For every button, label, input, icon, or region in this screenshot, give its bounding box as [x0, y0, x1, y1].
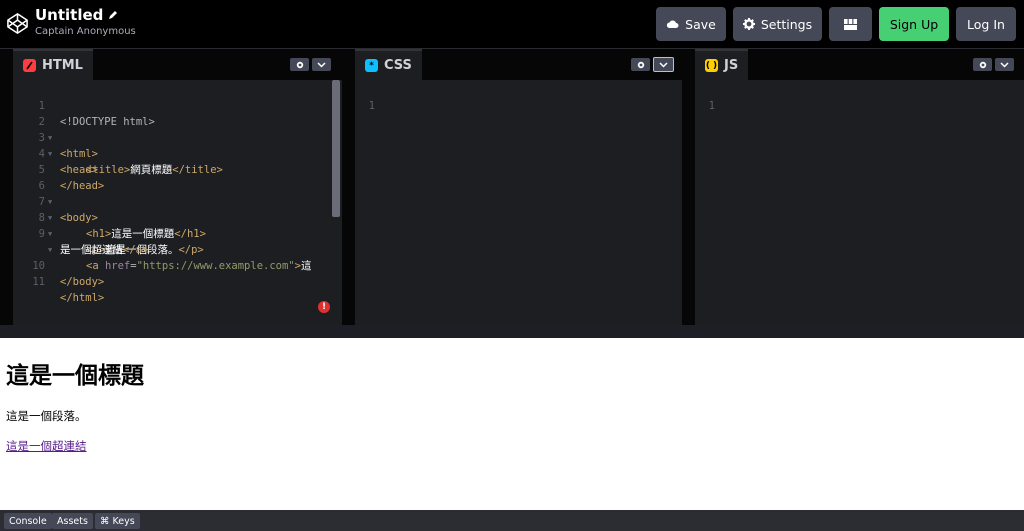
- line-number: 1: [708, 100, 715, 112]
- html-editor-pane: HTML 1 <!DOCTYPE html> 2 ▼ <html> 3 ▼ <h…: [13, 49, 342, 325]
- css-code-editor[interactable]: 1: [355, 80, 682, 325]
- chevron-down-icon: [1000, 61, 1009, 68]
- error-icon[interactable]: !: [318, 301, 330, 313]
- pen-title-block: Untitled Captain Anonymous: [35, 6, 136, 37]
- sign-up-label: Sign Up: [889, 16, 939, 32]
- html-code-editor[interactable]: 1 <!DOCTYPE html> 2 ▼ <html> 3 ▼ <head> …: [13, 80, 342, 325]
- line-number: 11: [32, 276, 45, 288]
- tab-css[interactable]: * CSS: [355, 49, 422, 80]
- js-icon: ( ): [705, 59, 718, 72]
- css-dropdown-button[interactable]: [653, 57, 674, 72]
- code-line: 3 ▼ <head>: [13, 114, 342, 176]
- code-line-wrapped: 是一個超連結</a>: [13, 226, 342, 256]
- cloud-icon: [667, 20, 679, 28]
- editor-resizer[interactable]: [342, 49, 355, 325]
- js-editor-pane: ( ) JS 1: [695, 49, 1024, 325]
- result-preview: 這是一個標題 這是一個段落。 這是一個超連結: [0, 338, 1024, 510]
- html-tab-label: HTML: [42, 58, 83, 73]
- pen-author: Captain Anonymous: [35, 26, 136, 37]
- css-editor-pane: * CSS 1: [355, 49, 682, 325]
- save-label: Save: [685, 16, 716, 32]
- code-line: 9 ▼ <a href="https://www.example.com">這: [13, 210, 342, 272]
- pen-title-text[interactable]: Untitled: [35, 6, 103, 24]
- gear-icon: [296, 61, 303, 68]
- gear-icon: [979, 61, 986, 68]
- html-pane-header: HTML: [13, 49, 342, 80]
- tab-js[interactable]: ( ) JS: [695, 49, 749, 80]
- keys-button[interactable]: ⌘ Keys: [95, 513, 140, 529]
- js-settings-button[interactable]: [973, 58, 992, 71]
- code-line: 4 <title>網頁標題</title>: [13, 130, 342, 176]
- chevron-down-icon: [659, 61, 668, 68]
- settings-button[interactable]: Settings: [733, 7, 822, 41]
- pen-title[interactable]: Untitled: [35, 6, 136, 24]
- pencil-icon[interactable]: [108, 10, 118, 20]
- bottom-bar: Console Assets ⌘ Keys: [0, 510, 1024, 531]
- code-line: 1 <!DOCTYPE html>: [13, 82, 342, 128]
- change-view-button[interactable]: [829, 7, 872, 41]
- line-number: 1: [368, 100, 375, 112]
- css-icon: *: [365, 59, 378, 72]
- html-editor-scrollbar[interactable]: [332, 80, 340, 217]
- codepen-logo-icon[interactable]: [6, 12, 29, 35]
- sign-up-button[interactable]: Sign Up: [879, 7, 949, 41]
- layout-grid-icon: [844, 18, 857, 30]
- code-line: 6 ▼ <body>: [13, 162, 342, 224]
- code-tag: </body>: [60, 276, 105, 288]
- css-tab-label: CSS: [384, 58, 412, 73]
- code-line: 8 ▼ <p>這是一個段落。</p>: [13, 194, 342, 256]
- preview-link[interactable]: 這是一個超連結: [6, 438, 87, 454]
- code-line: 7 ▼ <h1>這是一個標題</h1>: [13, 178, 342, 240]
- code-line: 10 </body>: [13, 242, 342, 288]
- css-pane-header: * CSS: [355, 49, 682, 80]
- log-in-label: Log In: [967, 16, 1005, 32]
- save-button[interactable]: Save: [656, 7, 726, 41]
- css-settings-button[interactable]: [631, 58, 650, 71]
- code-tag: </html>: [60, 292, 105, 304]
- code-line: 5 </head>: [13, 146, 342, 192]
- log-in-button[interactable]: Log In: [956, 7, 1016, 41]
- tab-html[interactable]: HTML: [13, 49, 93, 80]
- settings-label: Settings: [760, 16, 813, 32]
- code-text: </body>: [60, 274, 104, 290]
- preview-resizer[interactable]: [0, 325, 1024, 338]
- editor-resizer[interactable]: [0, 49, 13, 325]
- gear-icon: [637, 61, 644, 68]
- code-line: 11 </html>: [13, 258, 342, 304]
- assets-button[interactable]: Assets: [52, 513, 93, 529]
- html-settings-button[interactable]: [290, 58, 309, 71]
- editor-area: HTML 1 <!DOCTYPE html> 2 ▼ <html> 3 ▼ <h…: [0, 49, 1024, 325]
- editor-resizer[interactable]: [682, 49, 695, 325]
- html-icon: [23, 59, 36, 72]
- top-header: Untitled Captain Anonymous Save Settings…: [0, 0, 1024, 49]
- code-text: </html>: [60, 290, 104, 306]
- js-dropdown-button[interactable]: [995, 58, 1014, 71]
- js-code-editor[interactable]: 1: [695, 80, 1024, 325]
- code-line: 1: [695, 82, 1024, 112]
- console-button[interactable]: Console: [4, 513, 52, 529]
- gear-icon: [742, 18, 755, 30]
- js-tab-label: JS: [724, 58, 739, 73]
- code-line: 2 ▼ <html>: [13, 98, 342, 160]
- preview-heading: 這是一個標題: [6, 363, 144, 389]
- code-line: 1: [355, 82, 682, 112]
- html-dropdown-button[interactable]: [312, 58, 331, 71]
- chevron-down-icon: [317, 61, 326, 68]
- js-pane-header: ( ) JS: [695, 49, 1024, 80]
- preview-paragraph: 這是一個段落。: [6, 409, 87, 423]
